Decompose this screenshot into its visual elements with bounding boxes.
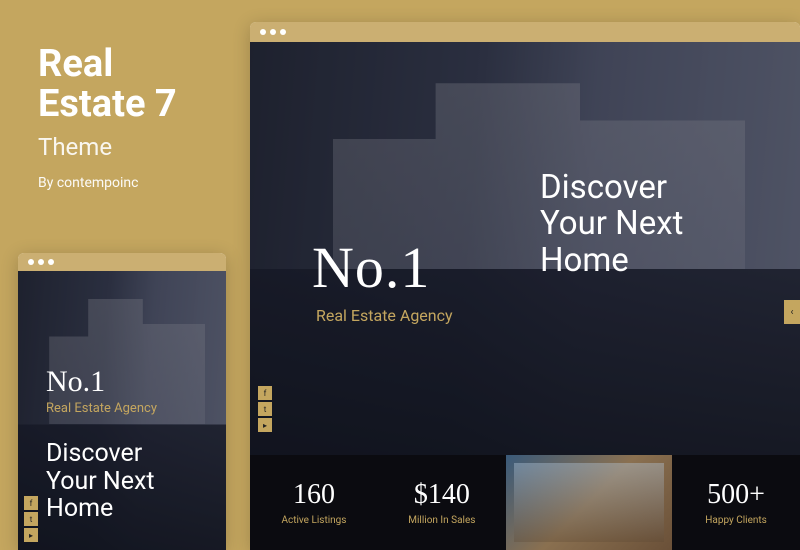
headline-line-3: Home	[540, 241, 629, 280]
mobile-preview-window: No.1 Real Estate Agency Discover Your Ne…	[18, 253, 226, 550]
stat-number: 160	[293, 479, 335, 511]
hero-content: No.1 Real Estate Agency Discover Your Ne…	[250, 42, 800, 455]
headline-line-2: Your Next	[46, 467, 155, 496]
stat-active-listings: 160 Active Listings	[250, 455, 378, 550]
rank-heading: No.1	[46, 365, 206, 399]
product-subtitle: Theme	[38, 133, 177, 161]
hero-content: No.1 Real Estate Agency Discover Your Ne…	[18, 271, 226, 550]
agency-tagline: Real Estate Agency	[316, 306, 453, 325]
title-line-1: Real	[38, 42, 113, 86]
headline-line-2: Your Next	[540, 204, 683, 243]
youtube-icon[interactable]: ▸	[258, 418, 272, 432]
rank-heading: No.1	[312, 234, 430, 301]
stats-row: 160 Active Listings $140 Million In Sale…	[250, 455, 800, 550]
traffic-light-icon	[38, 259, 44, 265]
agency-tagline: Real Estate Agency	[46, 401, 206, 416]
twitter-icon[interactable]: t	[24, 512, 38, 526]
product-info: Real Estate 7 Theme By contempoinc	[38, 45, 177, 191]
traffic-light-icon	[28, 259, 34, 265]
hero-headline: Discover Your Next Home	[46, 440, 206, 523]
stat-feature-image	[506, 455, 672, 550]
twitter-icon[interactable]: t	[258, 402, 272, 416]
stat-million-sales: $140 Million In Sales	[378, 455, 506, 550]
traffic-light-icon	[260, 29, 266, 35]
facebook-icon[interactable]: f	[24, 496, 38, 510]
desktop-preview-window: No.1 Real Estate Agency Discover Your Ne…	[250, 22, 800, 550]
product-title: Real Estate 7	[38, 45, 177, 125]
stat-label: Million In Sales	[408, 515, 475, 526]
facebook-icon[interactable]: f	[258, 386, 272, 400]
window-titlebar	[250, 22, 800, 42]
stat-label: Happy Clients	[705, 515, 767, 526]
traffic-light-icon	[48, 259, 54, 265]
carousel-prev-button[interactable]: ‹	[784, 300, 800, 324]
headline-line-1: Discover	[46, 439, 142, 468]
stat-label: Active Listings	[281, 515, 346, 526]
title-line-2: Estate 7	[38, 82, 177, 126]
headline-line-1: Discover	[540, 168, 667, 207]
window-titlebar	[18, 253, 226, 271]
stat-happy-clients: 500+ Happy Clients	[672, 455, 800, 550]
hero-section: No.1 Real Estate Agency Discover Your Ne…	[250, 42, 800, 455]
stat-number: 500+	[707, 479, 765, 511]
product-byline: By contempoinc	[38, 175, 177, 191]
social-buttons: f t ▸	[24, 496, 38, 542]
traffic-light-icon	[280, 29, 286, 35]
youtube-icon[interactable]: ▸	[24, 528, 38, 542]
hero-section: No.1 Real Estate Agency Discover Your Ne…	[18, 271, 226, 550]
headline-line-3: Home	[46, 494, 113, 523]
hero-headline: Discover Your Next Home	[540, 170, 683, 279]
traffic-light-icon	[270, 29, 276, 35]
social-buttons: f t ▸	[258, 386, 272, 432]
stat-number: $140	[414, 479, 470, 511]
